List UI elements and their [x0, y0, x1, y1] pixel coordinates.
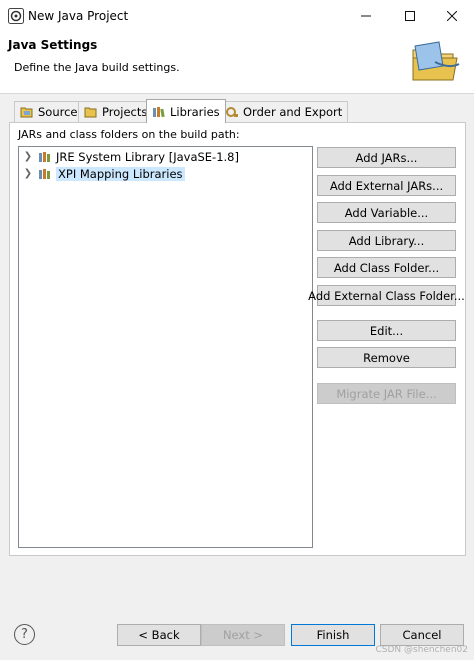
tree-item-label: JRE System Library [JavaSE-1.8]	[56, 149, 239, 164]
maximize-button[interactable]	[388, 0, 432, 32]
tree-item-jre-system-library[interactable]: ❯ JRE System Library [JavaSE-1.8]	[22, 148, 312, 165]
tab-libraries-label: Libraries	[170, 104, 220, 119]
close-icon	[447, 11, 457, 21]
order-export-icon	[226, 107, 238, 117]
java-project-wizard-icon	[409, 40, 461, 84]
libraries-icon	[153, 106, 165, 117]
minimize-button[interactable]	[344, 0, 388, 32]
tab-projects-label: Projects	[102, 105, 148, 119]
minimize-icon	[361, 15, 371, 17]
close-button[interactable]	[430, 0, 474, 32]
tree-item-label: XPI Mapping Libraries	[56, 166, 185, 181]
add-variable-button[interactable]: Add Variable...	[317, 202, 456, 223]
back-button[interactable]: < Back	[117, 624, 201, 646]
tab-order-export[interactable]: Order and Export	[219, 101, 349, 122]
tab-libraries[interactable]: Libraries	[146, 99, 226, 123]
chevron-right-icon[interactable]: ❯	[22, 151, 34, 162]
add-library-button[interactable]: Add Library...	[317, 230, 456, 251]
add-class-folder-button[interactable]: Add Class Folder...	[317, 257, 456, 278]
tab-source-label: Source	[38, 105, 78, 119]
tree-item-xpi-mapping-libraries[interactable]: ❯ XPI Mapping Libraries	[22, 165, 312, 182]
next-button[interactable]: Next >	[201, 624, 285, 646]
library-icon	[39, 151, 50, 162]
tab-order-export-label: Order and Export	[243, 105, 343, 119]
build-path-label: JARs and class folders on the build path…	[18, 128, 240, 141]
source-folder-icon	[20, 107, 33, 118]
add-external-jars-button[interactable]: Add External JARs...	[317, 175, 456, 196]
add-external-class-folder-button[interactable]: Add External Class Folder...	[308, 285, 465, 306]
window-title: New Java Project	[28, 9, 129, 23]
chevron-right-icon[interactable]: ❯	[22, 168, 34, 179]
library-icon	[39, 168, 50, 179]
watermark: CSDN @shenchen02	[375, 645, 468, 655]
migrate-jar-button[interactable]: Migrate JAR File...	[317, 383, 456, 404]
page-description: Define the Java build settings.	[14, 61, 180, 74]
tab-projects[interactable]: Projects	[78, 101, 154, 122]
help-button[interactable]: ?	[14, 624, 35, 645]
eclipse-app-icon	[8, 8, 24, 24]
cancel-button[interactable]: Cancel	[380, 624, 464, 646]
build-path-tree[interactable]	[18, 146, 313, 548]
maximize-icon	[405, 11, 415, 21]
remove-button[interactable]: Remove	[317, 347, 456, 368]
finish-button[interactable]: Finish	[291, 624, 375, 646]
edit-button[interactable]: Edit...	[317, 320, 456, 341]
projects-folder-icon	[84, 107, 97, 118]
add-jars-button[interactable]: Add JARs...	[317, 147, 456, 168]
page-title: Java Settings	[8, 38, 98, 52]
tab-source[interactable]: Source	[14, 101, 84, 122]
